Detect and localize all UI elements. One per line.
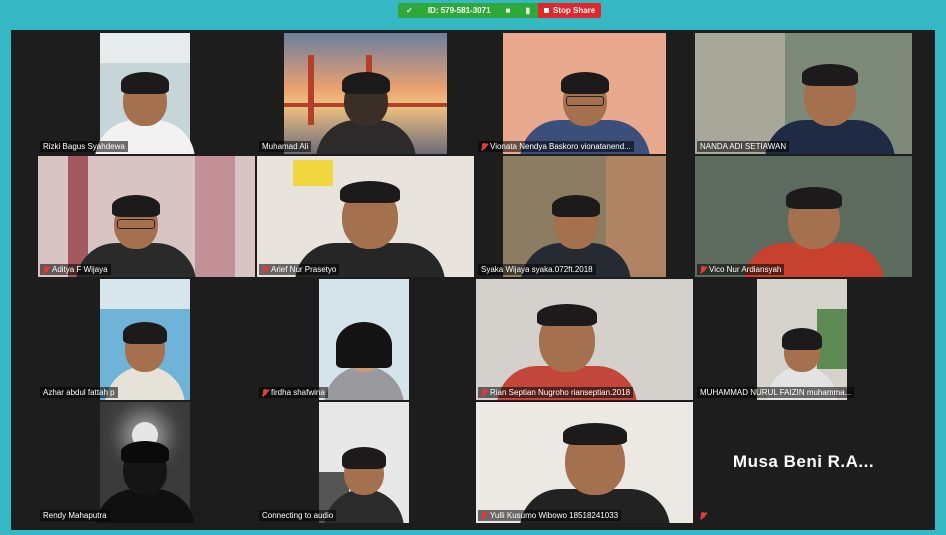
participant-tile[interactable]: Aditya F Wijaya [38, 156, 255, 277]
participant-video [95, 33, 195, 154]
participant-name: firdha shafwina [259, 387, 328, 398]
mic-muted-icon [262, 265, 268, 274]
participant-name: MUHAMMAD NURUL FAIZIN muhamma... [697, 387, 855, 398]
participant-display-name: Musa Beni R.A... [732, 452, 875, 471]
participant-video [695, 33, 912, 154]
participant-video [476, 402, 693, 523]
lock-icon: ■ [505, 6, 511, 15]
participant-tile[interactable]: NANDA ADI SETIAWAN [695, 33, 912, 154]
participant-video [319, 402, 409, 523]
participant-name: Vico Nur Ardiansyah [697, 264, 785, 275]
participant-video [503, 156, 666, 277]
participant-tile[interactable]: MUHAMMAD NURUL FAIZIN muhamma... [695, 279, 912, 400]
participant-video [38, 156, 255, 277]
signal-icon: ▮ [525, 6, 530, 15]
participant-video [695, 156, 912, 277]
participant-tile[interactable]: Rendy Mahaputra [38, 402, 255, 523]
participant-name: Rizki Bagus Syahdewa [40, 141, 128, 152]
participant-tile[interactable]: Yulli Kusumo Wibowo 18518241033 [476, 402, 693, 523]
meeting-toolbar: ✓ ID: 579-581-3071 ■ ▮ Stop Share [398, 3, 602, 18]
participant-name: Rian Septian Nugroho rianseptian.2018 [478, 387, 634, 398]
participant-name: Vionata Nendya Baskoro vionatanend... [478, 141, 634, 152]
participant-name: Rendy Mahaputra [40, 510, 110, 521]
participant-video [284, 33, 447, 154]
participant-tile[interactable]: Connecting to audio [257, 402, 474, 523]
participant-name-badge [697, 511, 709, 521]
participant-tile[interactable]: Azhar abdul fattah p [38, 279, 255, 400]
participant-tile-no-video[interactable]: Musa Beni R.A... [695, 402, 912, 523]
mic-muted-icon [43, 265, 49, 274]
meeting-id: ID: 579-581-3071 [427, 6, 491, 15]
participant-name: Arief Nur Prasetyo [259, 264, 340, 275]
stop-share-label: Stop Share [553, 6, 596, 15]
mic-muted-icon [700, 265, 706, 274]
mic-muted-icon [481, 511, 487, 520]
participant-video [476, 279, 693, 400]
participant-video [503, 33, 666, 154]
participant-video [257, 156, 474, 277]
stop-icon [544, 8, 549, 13]
participant-name: NANDA ADI SETIAWAN [697, 141, 790, 152]
shield-icon: ✓ [406, 6, 413, 15]
participant-video [319, 279, 409, 400]
participant-video [757, 279, 847, 400]
participant-tile-active-speaker[interactable]: Rian Septian Nugroho rianseptian.2018 [476, 279, 693, 400]
participant-name: Aditya F Wijaya [40, 264, 111, 275]
participant-name: Azhar abdul fattah p [40, 387, 118, 398]
video-gallery: Rizki Bagus Syahdewa Muhamad Ali Vionata… [11, 30, 935, 530]
participant-tile[interactable]: firdha shafwina [257, 279, 474, 400]
participant-video [95, 402, 195, 523]
mic-muted-icon [481, 388, 487, 397]
participant-tile[interactable]: Rizki Bagus Syahdewa [38, 33, 255, 154]
participant-tile[interactable]: Syaka Wijaya syaka.072ft.2018 [476, 156, 693, 277]
participant-name: Muhamad Ali [259, 141, 312, 152]
participant-name: Yulli Kusumo Wibowo 18518241033 [478, 510, 622, 521]
participant-name: Syaka Wijaya syaka.072ft.2018 [478, 264, 596, 275]
participant-video [100, 279, 190, 400]
meeting-id-bar[interactable]: ✓ ID: 579-581-3071 ■ ▮ [398, 3, 538, 18]
mic-muted-icon [481, 142, 487, 151]
mic-muted-icon [700, 512, 706, 520]
participant-tile[interactable]: Vionata Nendya Baskoro vionatanend... [476, 33, 693, 154]
participant-tile[interactable]: Arief Nur Prasetyo [257, 156, 474, 277]
participant-name: Connecting to audio [259, 510, 337, 521]
mic-muted-icon [262, 388, 268, 397]
stop-share-button[interactable]: Stop Share [538, 3, 602, 18]
participant-tile[interactable]: Vico Nur Ardiansyah [695, 156, 912, 277]
participant-tile[interactable]: Muhamad Ali [257, 33, 474, 154]
